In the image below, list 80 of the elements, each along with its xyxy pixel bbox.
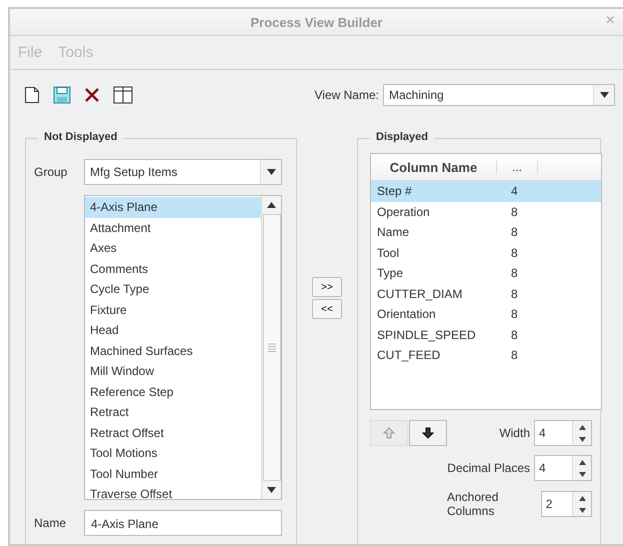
scrollbar[interactable] [261, 196, 281, 499]
name-field[interactable]: 4-Axis Plane [84, 510, 282, 536]
caret-icon [266, 169, 276, 175]
table-cell-text: Name [376, 225, 410, 240]
window-title: Process View Builder [250, 14, 382, 30]
delete-icon[interactable] [84, 87, 100, 103]
table-row[interactable]: Tool 8 [371, 242, 601, 263]
panel-title: Not Displayed [38, 131, 124, 143]
list-item[interactable]: Comments [85, 258, 261, 279]
grip-icon [268, 342, 276, 354]
table-row[interactable]: SPINDLE_SPEED 8 [371, 324, 601, 345]
table-row[interactable]: Type 8 [371, 263, 601, 284]
increment-icon[interactable] [578, 424, 586, 430]
list-item[interactable]: Mill Window [85, 361, 261, 382]
list-item[interactable]: Retract [85, 402, 261, 422]
table-cell-text: CUT_FEED [376, 348, 442, 362]
table-cell-text: 8 [511, 348, 519, 362]
column-header[interactable]: ... [496, 160, 538, 174]
save-icon[interactable] [53, 86, 71, 104]
group-dropdown[interactable]: Mfg Setup Items [84, 159, 282, 185]
name-label: Name [34, 516, 68, 530]
table-row[interactable]: CUT_FEED 8 [371, 345, 601, 366]
caret-icon [600, 92, 608, 98]
table-cell-text: Type [376, 266, 404, 280]
list-item[interactable]: Axes [85, 238, 261, 258]
table-cell-text: Step # [376, 184, 413, 198]
number-spinner[interactable]: 2 [540, 491, 592, 517]
table-row[interactable]: Orientation 8 [371, 304, 601, 324]
scroll-down-icon[interactable] [267, 487, 276, 493]
table-row[interactable]: Operation 8 [371, 202, 601, 222]
table-cell-text: Tool [376, 246, 400, 260]
up-arrow-icon [383, 427, 395, 439]
table-cell-text: SPINDLE_SPEED [376, 328, 477, 342]
table-cell-text: 8 [511, 307, 519, 322]
list-item[interactable]: Retract Offset [85, 422, 261, 443]
decrement-icon[interactable] [578, 436, 586, 442]
number-spinner[interactable]: 4 [534, 420, 592, 446]
move-down-button[interactable] [409, 420, 447, 446]
table-cell-text: 4 [511, 184, 519, 198]
decrement-icon[interactable] [578, 508, 586, 512]
table-row[interactable]: Step # 4 [371, 181, 601, 202]
column-header[interactable]: Column Name [371, 160, 496, 174]
table-row[interactable]: Name 8 [371, 222, 601, 242]
table-columns-icon[interactable] [113, 86, 133, 104]
spinner-label: Decimal Places [447, 461, 530, 475]
table-cell-text: 8 [511, 246, 519, 260]
table-cell-text: Operation [376, 204, 431, 219]
new-document-icon[interactable] [24, 86, 40, 104]
list-item[interactable]: Fixture [85, 300, 261, 320]
table-cell-text: 8 [511, 225, 519, 240]
table-cell-text: Orientation [376, 307, 437, 322]
move-button[interactable]: << [312, 299, 342, 319]
list-item[interactable]: Reference Step [85, 382, 261, 402]
list-item[interactable]: Attachment [85, 218, 261, 238]
number-spinner[interactable]: 4 [534, 455, 592, 481]
table-cell-text: 8 [511, 328, 519, 342]
down-arrow-icon [422, 427, 434, 439]
table-cell-text: 8 [511, 204, 519, 219]
spinner-label: Width [499, 426, 530, 440]
list-item[interactable]: Tool Motions [85, 443, 261, 464]
list-item[interactable]: Traverse Offset [85, 484, 261, 499]
increment-icon[interactable] [578, 460, 586, 464]
list-item[interactable]: Head [85, 320, 261, 340]
scroll-up-icon[interactable] [267, 202, 276, 208]
view-name-dropdown[interactable]: Machining [383, 84, 615, 106]
decrement-icon[interactable] [578, 472, 586, 476]
panel-title: Displayed [370, 131, 434, 143]
increment-icon[interactable] [578, 496, 586, 500]
group-label: Group [34, 165, 68, 179]
table-cell-text: CUTTER_DIAM [376, 286, 464, 301]
table-cell-text: 8 [511, 286, 519, 301]
list-item[interactable]: Tool Number [85, 464, 261, 484]
move-button[interactable]: >> [312, 277, 342, 297]
list-item[interactable]: Cycle Type [85, 279, 261, 300]
view-name-label: View Name: [314, 88, 379, 102]
table-row[interactable]: CUTTER_DIAM 8 [371, 284, 601, 304]
list-item[interactable]: 4-Axis Plane [85, 197, 261, 218]
spinner-label: Anchored Columns [447, 490, 500, 518]
list-item[interactable]: Machined Surfaces [85, 340, 261, 361]
table-cell-text: 8 [511, 266, 519, 280]
